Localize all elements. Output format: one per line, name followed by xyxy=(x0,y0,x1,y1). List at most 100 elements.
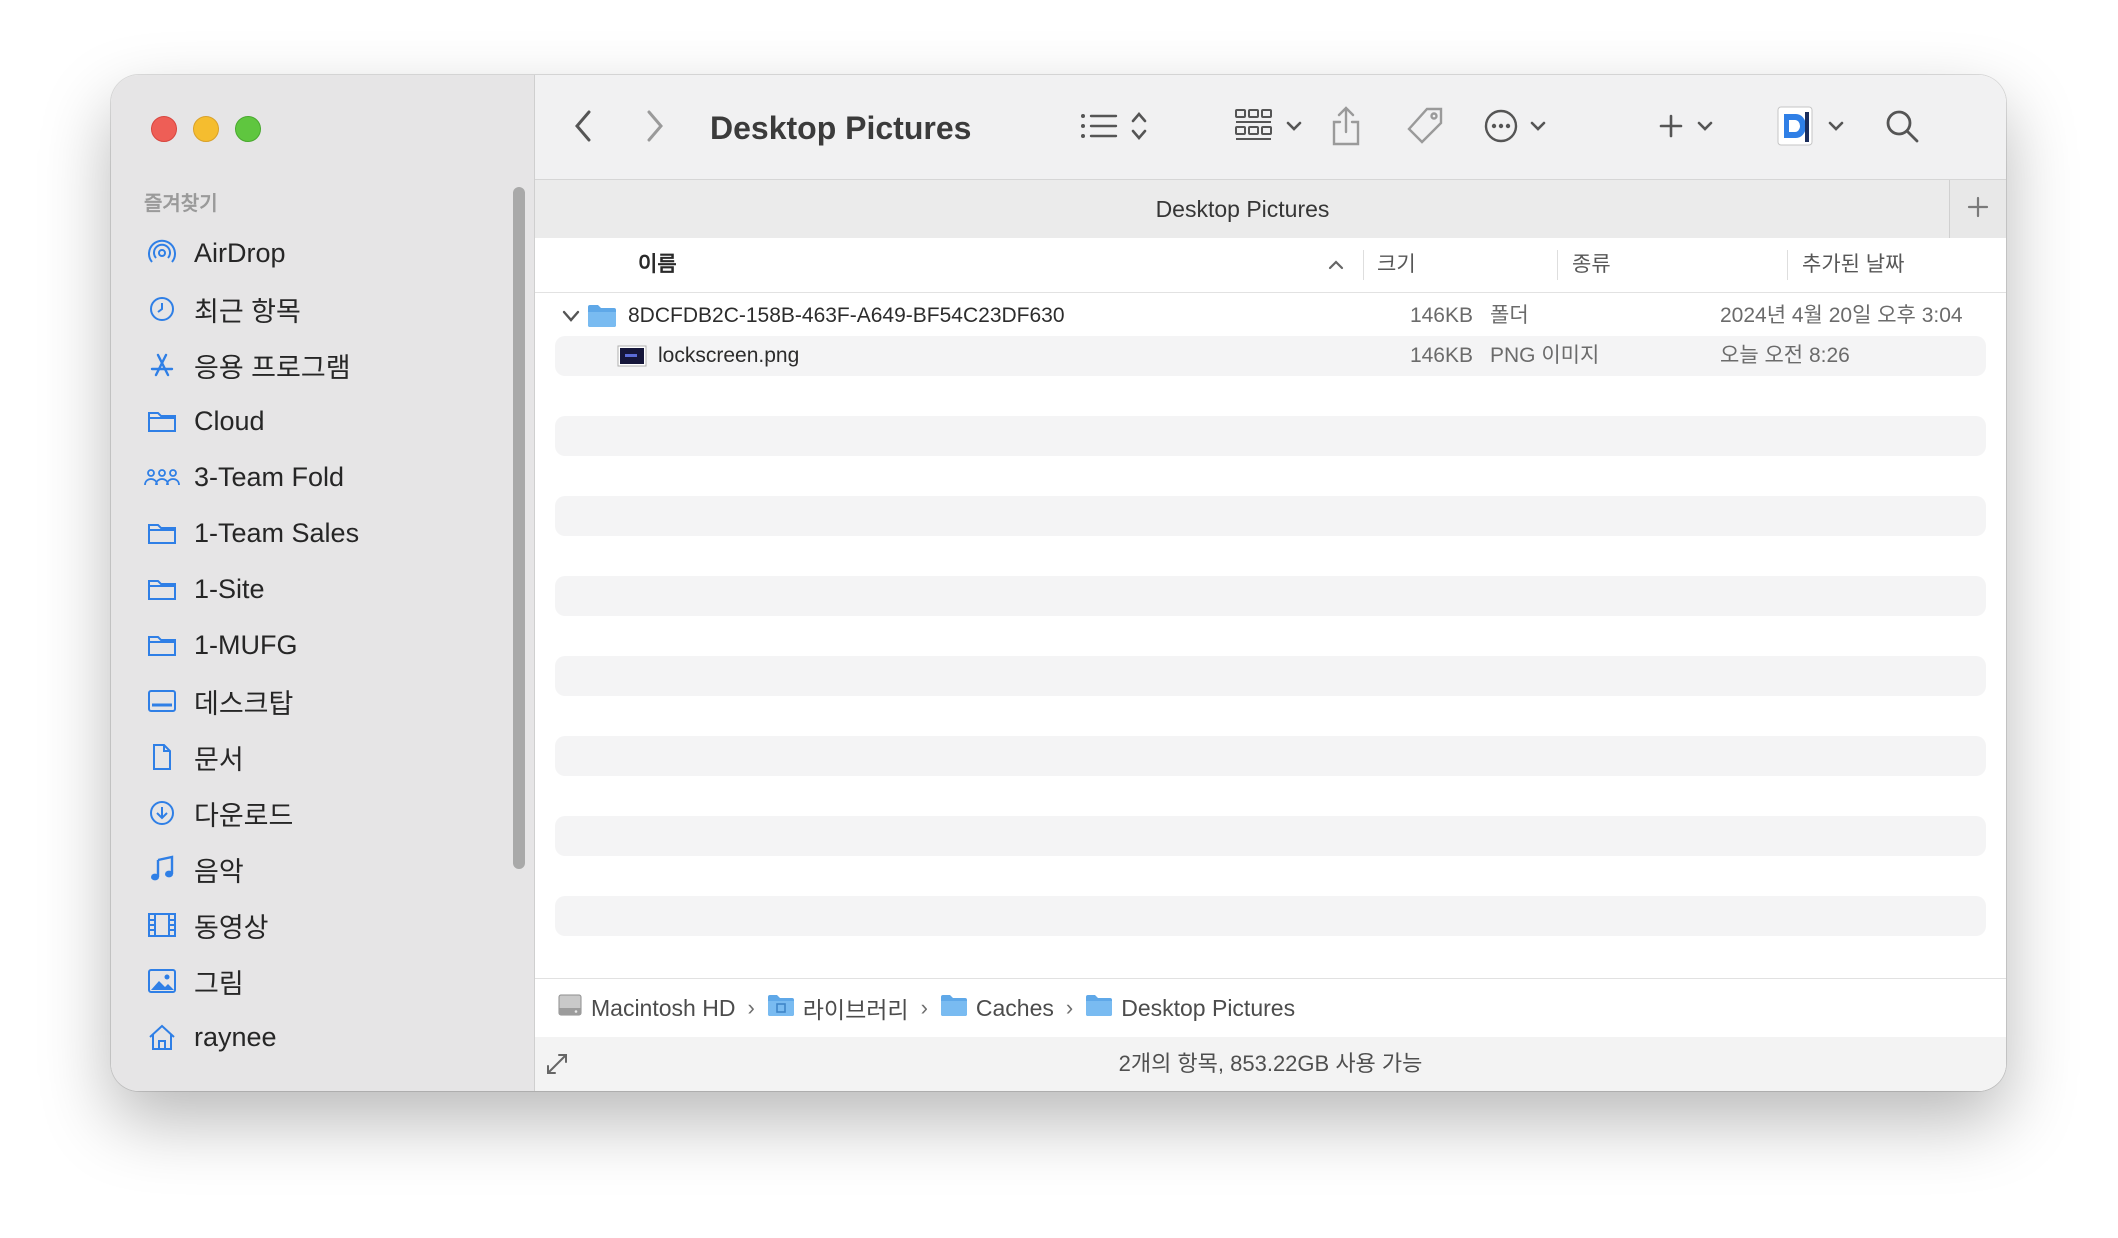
sidebar-item-documents[interactable]: 문서 xyxy=(144,729,514,785)
path-item-library[interactable]: 라이브러리 xyxy=(767,991,909,1025)
airdrop-icon xyxy=(144,235,180,271)
clock-icon xyxy=(144,291,180,327)
file-kind: PNG 이미지 xyxy=(1490,344,1600,367)
folder-icon xyxy=(144,627,180,663)
new-item-button[interactable] xyxy=(1658,105,1714,151)
sidebar-item-label: 동영상 xyxy=(194,912,269,943)
disclosure-chevron-down-icon[interactable] xyxy=(561,296,581,336)
column-separator[interactable] xyxy=(1557,250,1558,280)
table-row[interactable]: 8DCFDB2C-158B-463F-A649-BF54C23DF630 146… xyxy=(555,296,1986,336)
column-kind[interactable]: 종류 xyxy=(1572,238,1611,292)
sidebar-item-label: 그림 xyxy=(194,968,244,999)
folder-icon xyxy=(940,993,968,1023)
view-list-button[interactable] xyxy=(1080,105,1148,151)
tab-desktop-pictures[interactable]: Desktop Pictures xyxy=(535,180,1950,238)
path-item-label: Caches xyxy=(975,994,1054,1021)
column-header: 이름 크기 종류 추가된 날짜 xyxy=(535,238,2006,293)
search-button[interactable] xyxy=(1884,105,1920,151)
sidebar-item-label: raynee xyxy=(194,1021,277,1052)
photo-icon xyxy=(144,963,180,999)
column-separator[interactable] xyxy=(1363,250,1364,280)
sidebar-item-label: 1-Team Sales xyxy=(194,517,360,548)
sidebar-item-3-team-fold[interactable]: 3-Team Fold xyxy=(144,449,514,505)
new-tab-button[interactable] xyxy=(1949,180,2006,238)
empty-row xyxy=(555,736,1986,776)
tag-icon xyxy=(1405,106,1445,151)
column-size[interactable]: 크기 xyxy=(1377,238,1416,292)
group-folder-icon xyxy=(144,459,180,495)
app-extension-icon xyxy=(1775,104,1815,153)
zoom-window-button[interactable] xyxy=(235,116,261,142)
sidebar-item-label: 데스크탑 xyxy=(194,688,294,719)
path-item-caches[interactable]: Caches xyxy=(940,993,1054,1023)
status-text: 2개의 항목, 853.22GB 사용 가능 xyxy=(1118,1051,1423,1076)
file-size: 146KB xyxy=(1409,304,1473,327)
sidebar-item-pictures[interactable]: 그림 xyxy=(144,953,514,1009)
applications-icon xyxy=(144,347,180,383)
minimize-window-button[interactable] xyxy=(193,116,219,142)
finder-window: 즐겨찾기 AirDrop 최근 항목 응용 프로그램 Cloud 3-Team … xyxy=(111,75,2006,1091)
file-date-added: 오늘 오전 8:26 xyxy=(1720,344,1850,367)
folder-icon xyxy=(144,515,180,551)
column-date-added[interactable]: 추가된 날짜 xyxy=(1802,238,1904,292)
column-separator[interactable] xyxy=(1787,250,1788,280)
sidebar-item-1-mufg[interactable]: 1-MUFG xyxy=(144,617,514,673)
back-button[interactable] xyxy=(573,105,595,151)
chevron-right-icon xyxy=(643,109,665,148)
empty-row xyxy=(555,896,1986,936)
tag-button[interactable] xyxy=(1405,105,1445,151)
forward-button[interactable] xyxy=(643,105,665,151)
sidebar-item-recents[interactable]: 최근 항목 xyxy=(144,281,514,337)
sidebar-item-label: 3-Team Fold xyxy=(194,461,345,492)
empty-row xyxy=(555,576,1986,616)
sidebar-item-airdrop[interactable]: AirDrop xyxy=(144,225,514,281)
group-button[interactable] xyxy=(1235,105,1303,151)
sidebar-item-music[interactable]: 음악 xyxy=(144,841,514,897)
folder-icon xyxy=(1085,993,1113,1023)
hard-drive-icon xyxy=(557,992,583,1024)
sidebar-item-cloud[interactable]: Cloud xyxy=(144,393,514,449)
column-name[interactable]: 이름 xyxy=(638,238,677,292)
file-name: lockscreen.png xyxy=(658,344,800,367)
ellipsis-circle-icon xyxy=(1483,108,1519,149)
sidebar: 즐겨찾기 AirDrop 최근 항목 응용 프로그램 Cloud 3-Team … xyxy=(111,75,535,1091)
sort-ascending-icon[interactable] xyxy=(1327,238,1345,292)
tab-bar: Desktop Pictures xyxy=(535,179,2006,239)
chevron-down-icon xyxy=(1529,119,1547,137)
app-extension-button[interactable] xyxy=(1775,105,1845,151)
download-icon xyxy=(144,795,180,831)
plus-icon xyxy=(1967,196,1989,223)
sidebar-item-label: 최근 항목 xyxy=(194,296,301,327)
music-icon xyxy=(144,851,180,887)
plus-icon xyxy=(1658,113,1684,144)
sidebar-item-label: 음악 xyxy=(194,856,244,887)
sidebar-item-desktop[interactable]: 데스크탑 xyxy=(144,673,514,729)
path-item-label: Desktop Pictures xyxy=(1121,994,1296,1021)
sidebar-item-1-site[interactable]: 1-Site xyxy=(144,561,514,617)
chevron-right-icon: › xyxy=(1065,995,1074,1020)
sidebar-item-1-team-sales[interactable]: 1-Team Sales xyxy=(144,505,514,561)
close-window-button[interactable] xyxy=(151,116,177,142)
sidebar-item-movies[interactable]: 동영상 xyxy=(144,897,514,953)
sidebar-item-home[interactable]: raynee xyxy=(144,1009,514,1065)
sidebar-item-applications[interactable]: 응용 프로그램 xyxy=(144,337,514,393)
more-actions-button[interactable] xyxy=(1483,105,1547,151)
main-pane: Desktop Pictures Desktop Pictures 이름 크기 … xyxy=(535,75,2006,1091)
share-button[interactable] xyxy=(1330,105,1362,151)
table-row[interactable]: lockscreen.png 146KB PNG 이미지 오늘 오전 8:26 xyxy=(555,336,1986,376)
path-bar: Macintosh HD › 라이브러리 › Caches › Desktop … xyxy=(535,978,2006,1038)
empty-row xyxy=(555,496,1986,536)
path-item-label: 라이브러리 xyxy=(802,997,909,1023)
document-icon xyxy=(144,739,180,775)
empty-row xyxy=(555,416,1986,456)
list-view-icon xyxy=(1080,111,1118,146)
toolbar: Desktop Pictures xyxy=(535,75,2006,179)
sidebar-item-downloads[interactable]: 다운로드 xyxy=(144,785,514,841)
chevron-down-icon xyxy=(1696,119,1714,137)
window-title: Desktop Pictures xyxy=(710,110,972,146)
status-bar: 2개의 항목, 853.22GB 사용 가능 xyxy=(535,1037,2006,1091)
path-item-macintosh-hd[interactable]: Macintosh HD xyxy=(557,992,735,1024)
path-item-desktop-pictures[interactable]: Desktop Pictures xyxy=(1085,993,1295,1023)
sidebar-item-label: 1-MUFG xyxy=(194,629,298,660)
sidebar-scrollbar[interactable] xyxy=(513,187,525,869)
